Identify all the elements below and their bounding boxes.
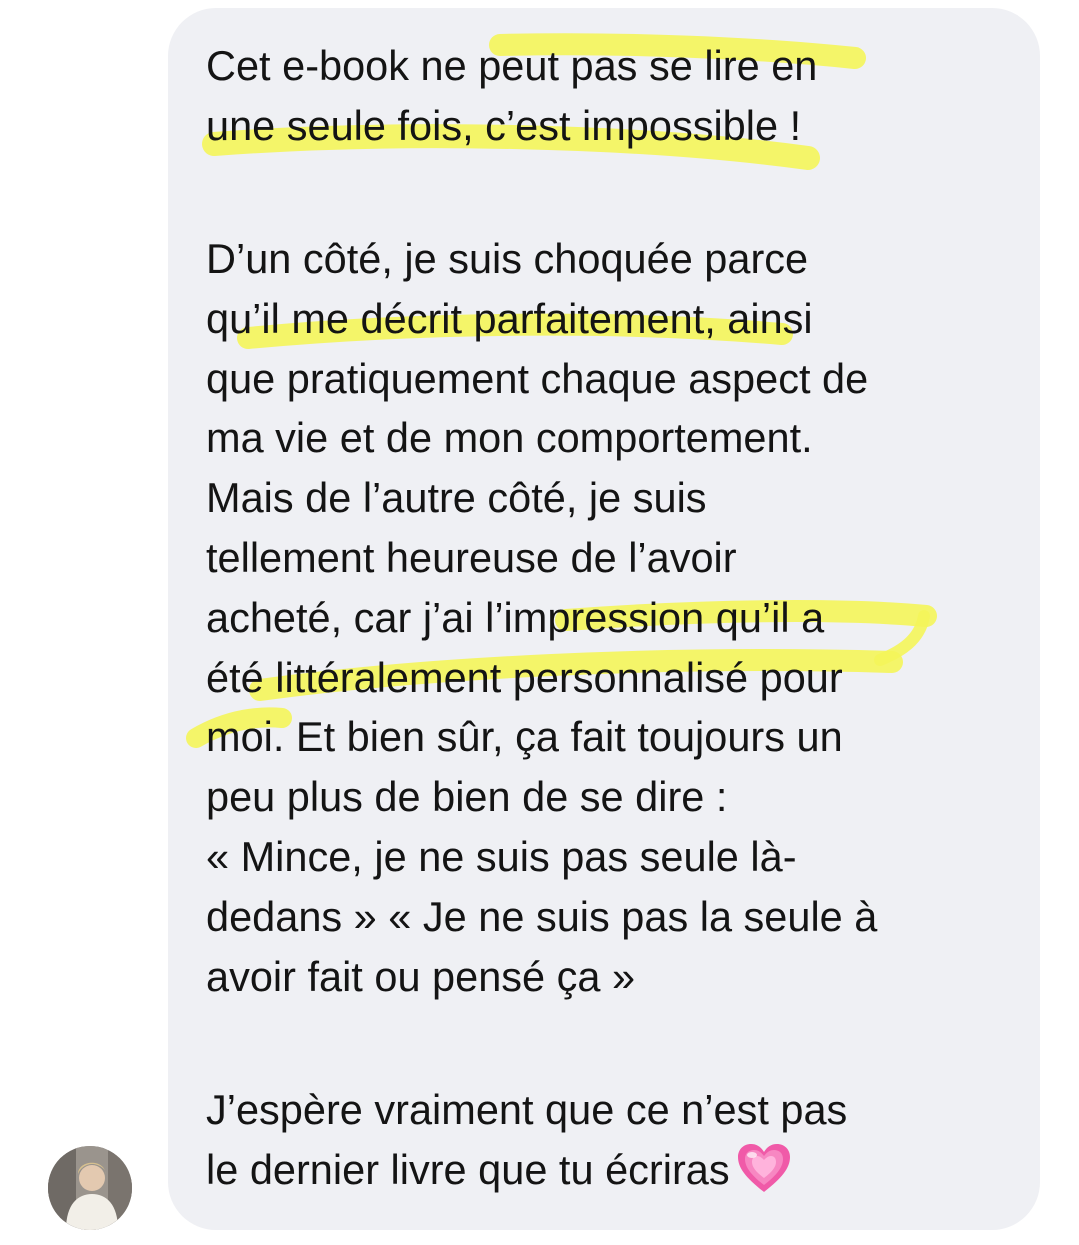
avatar-image [48,1146,132,1230]
message-line: Cet e-book ne peut pas se lire en [206,42,818,89]
message-line: J’espère vraiment que ce n’est pas [206,1086,848,1133]
message-paragraph-3: J’espère vraiment que ce n’est pas le de… [206,1080,847,1200]
message-line: dedans » « Je ne suis pas la seule à [206,892,878,940]
message-line: « Mince, je ne suis pas seule là- [206,832,797,880]
message-paragraph-2: D’un côté, je suis choquée parce qu’il m… [206,229,877,1006]
message-line: qu’il me décrit parfaitement, ainsi [206,294,813,342]
message-line: été littéralement personnalisé pour [206,653,843,701]
sender-avatar[interactable] [48,1146,132,1230]
message-line: Mais de l’autre côté, je suis [206,474,707,522]
growing-heart-icon [736,1142,792,1210]
message-line: tellement heureuse de l’avoir [206,533,737,581]
message-line: acheté, car j’ai l’impression qu’il a [206,593,825,641]
message-line: avoir fait ou pensé ça » [206,952,636,1000]
message-line: ma vie et de mon comportement. [206,414,813,462]
message-line: une seule fois, c’est impossible ! [206,101,802,149]
message-line: que pratiquement chaque aspect de [206,354,869,402]
message-paragraph-1: Cet e-book ne peut pas se lire en une se… [206,36,817,156]
message-line-last: le dernier livre que tu écriras [206,1140,847,1200]
message-line-text: le dernier livre que tu écriras [206,1145,730,1193]
message-line: moi. Et bien sûr, ça fait toujours un [206,713,843,761]
message-line: peu plus de bien de se dire : [206,773,728,821]
message-line: D’un côté, je suis choquée parce [206,235,809,282]
